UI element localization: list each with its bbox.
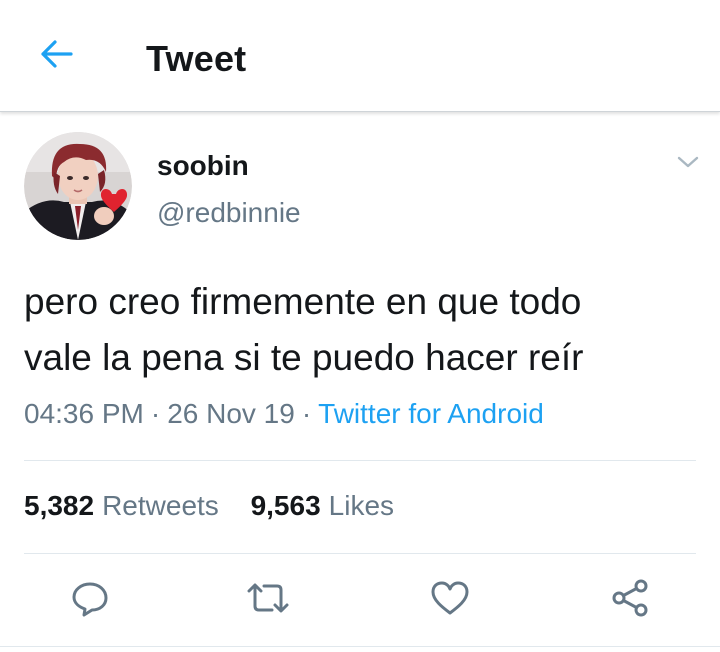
tweet-text-line: vale la pena si te puedo hacer reír [24,337,584,378]
tweet-date: 26 Nov 19 [167,398,295,429]
retweets-stat[interactable]: 5,382 Retweets [24,490,219,522]
divider [24,460,696,461]
tweet-meta: 04:36 PM · 26 Nov 19 · Twitter for Android [24,398,544,430]
tweet-stats: 5,382 Retweets 9,563 Likes [24,490,394,522]
reply-button[interactable] [66,576,114,624]
tweet-text-line: pero creo firmemente en que todo [24,281,582,322]
retweet-icon [245,578,291,623]
author-handle[interactable]: @redbinnie [157,197,301,229]
chevron-down-icon [676,154,700,175]
tweet-action-bar [0,576,720,624]
likes-stat[interactable]: 9,563 Likes [251,490,394,522]
divider [0,646,720,647]
meta-separator: · [301,398,312,429]
page-title: Tweet [146,38,247,79]
retweets-label: Retweets [102,490,219,521]
tweet-time: 04:36 PM [24,398,144,429]
author-display-name[interactable]: soobin [157,150,249,182]
tweet-source-link[interactable]: Twitter for Android [318,398,544,429]
tweet-text: pero creo firmemente en que todo vale la… [24,274,704,386]
share-button[interactable] [606,576,654,624]
avatar[interactable] [24,132,132,240]
retweet-button[interactable] [244,576,292,624]
app-bar: Tweet [0,0,720,112]
like-button[interactable] [426,576,474,624]
meta-separator: · [150,398,161,429]
share-icon [609,577,651,624]
tweet-menu-button[interactable] [672,150,704,178]
retweets-count: 5,382 [24,490,95,521]
likes-count: 9,563 [250,490,321,521]
reply-icon [70,578,110,623]
arrow-left-icon [39,39,73,74]
heart-icon [429,578,471,623]
back-button[interactable] [36,36,76,76]
divider [24,553,696,554]
likes-label: Likes [328,490,395,521]
profile-photo-avatar [24,132,132,240]
